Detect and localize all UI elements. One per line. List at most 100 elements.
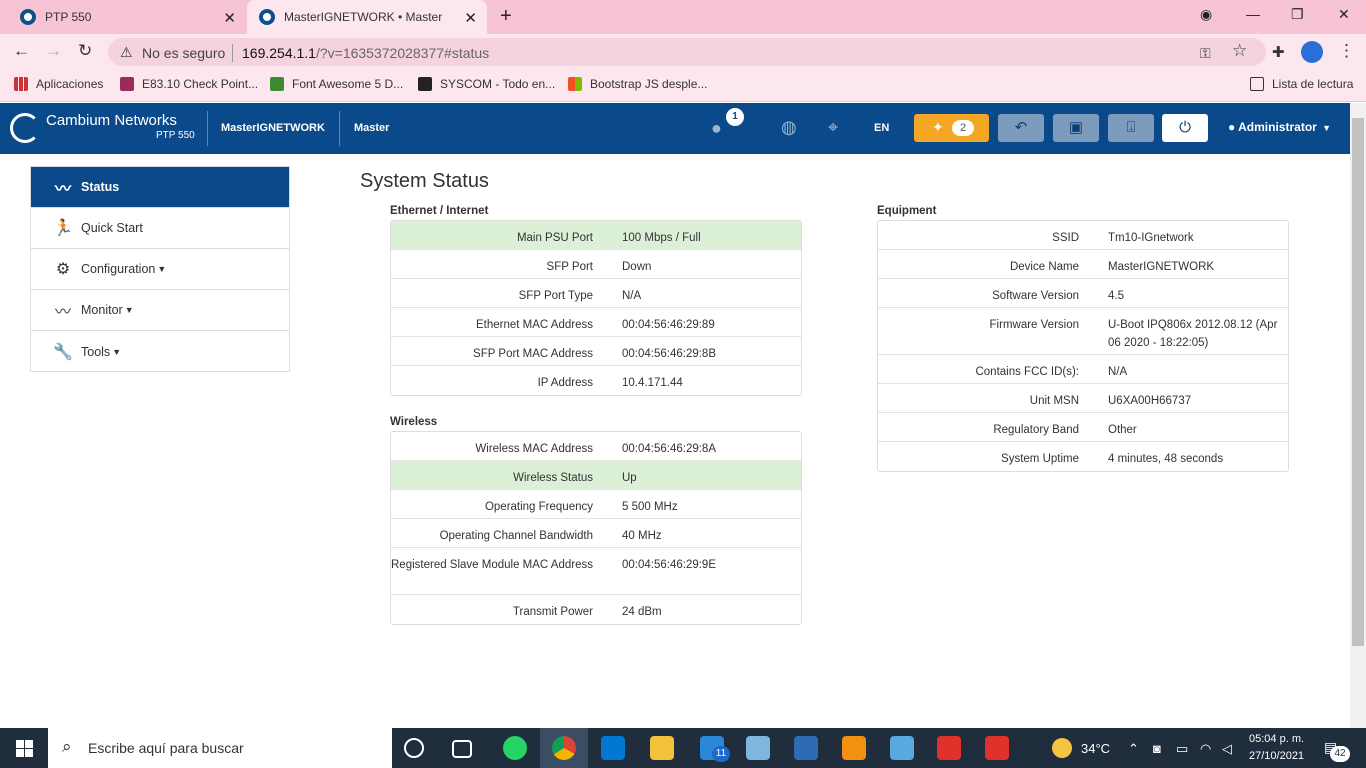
globe-icon[interactable]: ◍ <box>781 117 797 138</box>
device-mode: Master <box>354 122 390 134</box>
tray-app-icon[interactable]: ◙ <box>1153 741 1161 756</box>
header-divider <box>339 111 340 146</box>
gear-icon: ⚙ <box>55 261 71 278</box>
pulse-icon: 〰 <box>54 181 71 198</box>
table-row: Operating Channel Bandwidth 40 MHz <box>391 519 801 548</box>
restore-icon[interactable]: ❐ <box>1291 6 1304 23</box>
chevron-down-icon: ▼ <box>112 346 122 357</box>
reboot-apply-button[interactable]: ⍗ <box>1108 114 1154 142</box>
sidebar-item-label: Monitor <box>81 303 123 317</box>
equipment-heading: Equipment <box>877 205 937 217</box>
taskbar-search[interactable]: ⌕ Escribe aquí para buscar <box>48 728 392 768</box>
undo-button[interactable]: ↶ <box>998 114 1044 142</box>
row-key: Firmware Version <box>989 319 1079 331</box>
anydesk-icon[interactable] <box>937 736 961 760</box>
scrollbar-thumb[interactable] <box>1352 118 1364 646</box>
save-button[interactable]: ▣ <box>1053 114 1099 142</box>
minimize-icon[interactable]: — <box>1246 6 1260 22</box>
key-icon[interactable]: ⚿ <box>1200 45 1211 62</box>
tab-master[interactable]: MasterIGNETWORK • Master ✕ <box>247 0 487 34</box>
row-value: N/A <box>622 290 642 302</box>
wrench-icon: 🔧 <box>53 343 73 361</box>
sidebar-item-monitor[interactable]: 〰 Monitor ▼ <box>31 290 289 331</box>
cortana-icon[interactable] <box>404 738 424 758</box>
header-divider <box>207 111 208 146</box>
tab-title: MasterIGNETWORK • Master <box>284 10 443 24</box>
task-view-icon[interactable] <box>452 740 472 758</box>
menu-icon[interactable]: ⋮ <box>1338 41 1355 61</box>
bookmark-fontawesome[interactable]: Font Awesome 5 D... <box>270 77 403 91</box>
sidebar-item-status[interactable]: 〰 Status <box>31 167 289 208</box>
bookmark-label: Aplicaciones <box>36 77 104 91</box>
sidebar-item-label: Status <box>81 180 120 194</box>
file-explorer-icon[interactable] <box>650 736 674 760</box>
sidebar-item-tools[interactable]: 🔧 Tools ▼ <box>31 331 289 372</box>
sublime-icon[interactable] <box>842 736 866 760</box>
whatsapp-icon[interactable] <box>503 736 527 760</box>
winbox-icon[interactable] <box>746 736 770 760</box>
notification-count: 42 <box>1330 746 1350 762</box>
taskbar-clock[interactable]: 05:04 p. m. 27/10/2021 <box>1249 731 1304 765</box>
bookmark-apps[interactable]: Aplicaciones <box>14 77 103 91</box>
power-button[interactable]: ⏻ <box>1162 114 1208 142</box>
tab-search-icon[interactable]: ◉ <box>1200 6 1212 23</box>
volume-icon[interactable]: ◁ <box>1222 741 1232 757</box>
sidebar-item-quick-start[interactable]: 🏃 Quick Start <box>31 208 289 249</box>
bookmark-syscom[interactable]: SYSCOM - Todo en... <box>418 77 555 91</box>
map-pin-icon[interactable]: ⌖ <box>828 117 838 138</box>
fontawesome-icon <box>270 77 284 91</box>
table-row: Unit MSN U6XA00H66737 <box>878 384 1288 413</box>
user-icon[interactable]: ● <box>711 118 722 139</box>
outlook-icon[interactable] <box>601 736 625 760</box>
table-row: Transmit Power 24 dBm <box>391 595 801 624</box>
wifi-icon[interactable]: ◠ <box>1200 741 1211 757</box>
bookmark-checkpoint[interactable]: E83.10 Check Point... <box>120 77 258 91</box>
row-value: 00:04:56:46:29:9E <box>622 559 716 571</box>
row-value: 00:04:56:46:29:8B <box>622 348 716 360</box>
warning-icon[interactable]: ⚠ <box>120 44 133 61</box>
reading-list[interactable]: Lista de lectura <box>1250 77 1353 91</box>
back-icon[interactable]: ← <box>13 41 30 61</box>
row-value: 10.4.171.44 <box>622 377 683 389</box>
row-key: Main PSU Port <box>516 232 593 244</box>
cambium-logo-icon <box>10 113 40 143</box>
reload-icon[interactable]: ↻ <box>78 41 92 61</box>
forward-icon[interactable]: → <box>45 41 62 61</box>
tab-ptp550[interactable]: PTP 550 ✕ <box>6 0 246 34</box>
bookmark-bootstrap[interactable]: Bootstrap JS desple... <box>568 77 707 91</box>
app-dots-icon[interactable] <box>794 736 818 760</box>
language-selector[interactable]: EN <box>874 122 889 134</box>
url-text[interactable]: 169.254.1.1/?v=1635372028377#status <box>242 45 489 61</box>
table-row: SFP Port Type N/A <box>391 279 801 308</box>
anydesk-icon-2[interactable] <box>985 736 1009 760</box>
ethernet-heading: Ethernet / Internet <box>390 205 489 217</box>
row-key: IP Address <box>537 377 593 389</box>
alerts-button[interactable]: ✦ 2 <box>914 114 989 142</box>
tray-chevron-icon[interactable]: ⌃ <box>1128 741 1139 757</box>
row-value: Other <box>1108 424 1137 436</box>
remote-desktop-icon[interactable] <box>890 736 914 760</box>
new-tab-icon[interactable]: + <box>500 5 512 28</box>
chrome-icon[interactable] <box>552 736 576 760</box>
sidebar-nav: 〰 Status 🏃 Quick Start ⚙ Configuration ▼ … <box>30 166 290 372</box>
table-row: SFP Port MAC Address 00:04:56:46:29:8B <box>391 337 801 366</box>
row-key: Contains FCC ID(s): <box>975 366 1079 378</box>
row-key: SFP Port Type <box>518 290 593 302</box>
profile-avatar[interactable] <box>1301 41 1323 63</box>
temperature[interactable]: 34°C <box>1081 741 1110 756</box>
weather-icon[interactable] <box>1052 738 1072 758</box>
battery-icon[interactable]: ▭ <box>1176 741 1188 757</box>
windows-start-icon[interactable] <box>16 740 33 757</box>
table-row: Software Version 4.5 <box>878 279 1288 308</box>
close-tab-icon[interactable]: ✕ <box>464 9 477 27</box>
extensions-icon[interactable]: ✚ <box>1272 43 1285 61</box>
url-divider <box>232 44 233 62</box>
bookmark-star-icon[interactable]: ☆ <box>1232 41 1247 61</box>
table-row: Contains FCC ID(s): N/A <box>878 355 1288 384</box>
window-close-icon[interactable]: ✕ <box>1338 6 1350 23</box>
user-menu[interactable]: ● Administrator ▼ <box>1228 120 1331 134</box>
close-tab-icon[interactable]: ✕ <box>223 9 236 27</box>
url-host: 169.254.1.1 <box>242 45 316 61</box>
security-label[interactable]: No es seguro <box>142 45 225 61</box>
sidebar-item-configuration[interactable]: ⚙ Configuration ▼ <box>31 249 289 290</box>
